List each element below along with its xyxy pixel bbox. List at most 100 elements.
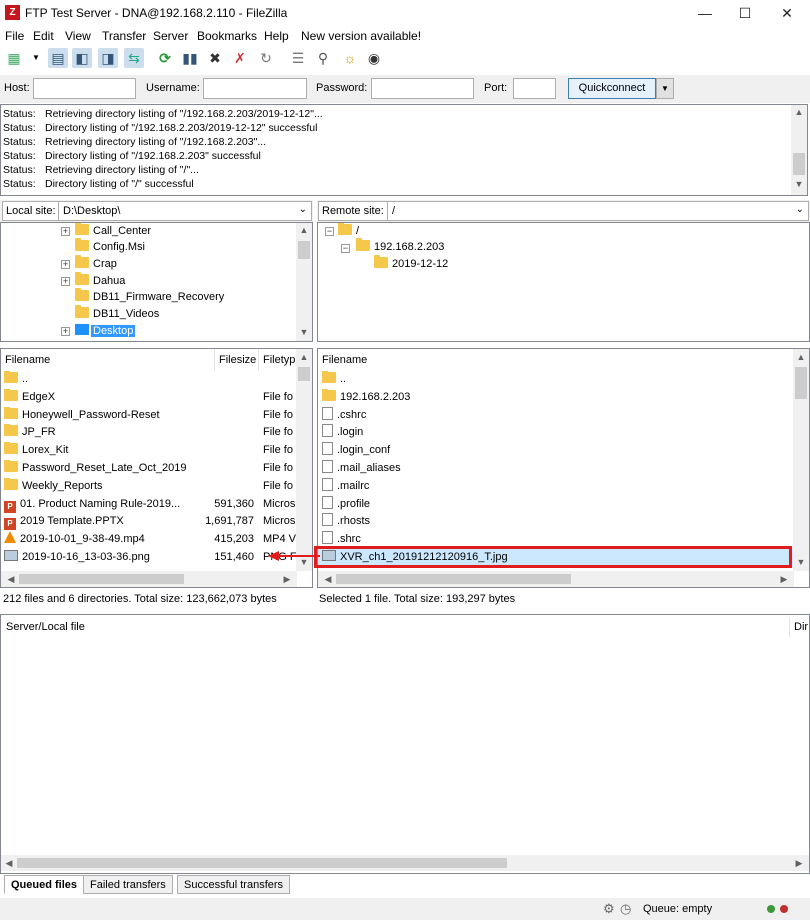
chevron-down-icon[interactable]: ⌄ xyxy=(299,204,307,215)
table-row[interactable]: .login xyxy=(318,424,794,442)
cancel-operation-icon[interactable]: ✖ xyxy=(205,48,225,68)
expand-icon[interactable]: + xyxy=(61,277,70,286)
transfer-queue[interactable]: Server/Local file Dir ◀ ▶ xyxy=(0,614,810,874)
tree-item[interactable]: DB11_Firmware_Recovery xyxy=(75,288,224,305)
local-directory-tree[interactable]: + Call_Center Config.Msi + Crap + Dahua … xyxy=(0,222,313,342)
table-row[interactable]: .profile xyxy=(318,495,794,514)
scroll-down-icon[interactable]: ▼ xyxy=(791,179,807,189)
toggle-transfer-queue-icon[interactable]: ⇆ xyxy=(124,48,144,68)
minimize-button[interactable]: — xyxy=(694,3,716,23)
remote-list-scroll-thumb[interactable] xyxy=(795,367,807,399)
table-row[interactable]: 2019-10-16_13-03-36.png151,460PNG F xyxy=(1,549,297,567)
scroll-down-icon[interactable]: ▼ xyxy=(296,327,312,337)
tree-item[interactable]: Crap xyxy=(75,255,117,272)
tree-item-selected[interactable]: Desktop xyxy=(75,323,136,339)
remote-directory-tree[interactable]: − / − 192.168.2.203 2019-12-12 xyxy=(317,222,810,342)
local-site-path-combo[interactable]: D:\Desktop\ ⌄ xyxy=(58,201,312,221)
local-list-hscrollbar[interactable]: ◀ ▶ xyxy=(1,571,297,587)
tree-item[interactable]: Dahua xyxy=(75,272,125,289)
host-input[interactable] xyxy=(33,78,136,99)
close-button[interactable]: ✕ xyxy=(776,3,798,23)
toggle-remote-tree-icon[interactable]: ◨ xyxy=(98,48,118,68)
collapse-icon[interactable]: − xyxy=(341,244,350,253)
tab-successful-transfers[interactable]: Successful transfers xyxy=(177,875,291,894)
log-scrollbar[interactable]: ▲ ▼ xyxy=(791,105,807,195)
tab-failed-transfers[interactable]: Failed transfers xyxy=(83,875,173,894)
queue-hscrollbar[interactable]: ◀ ▶ xyxy=(1,855,809,871)
port-input[interactable] xyxy=(513,78,556,99)
menu-transfer[interactable]: Transfer xyxy=(102,29,146,43)
menu-bookmarks[interactable]: Bookmarks xyxy=(197,29,257,43)
scroll-down-icon[interactable]: ▼ xyxy=(793,557,809,567)
scroll-right-icon[interactable]: ▶ xyxy=(776,574,792,585)
table-row[interactable]: 2019-10-01_9-38-49.mp4 415,203 MP4 V xyxy=(1,531,297,549)
local-list-hscroll-thumb[interactable] xyxy=(19,574,184,584)
local-tree-scrollbar[interactable]: ▲ ▼ xyxy=(296,223,312,341)
menu-help[interactable]: Help xyxy=(264,29,289,43)
table-row[interactable]: Honeywell_Password-Reset File fo xyxy=(1,406,297,425)
table-row[interactable]: .cshrc xyxy=(318,406,794,425)
table-row[interactable]: .login_conf xyxy=(318,442,794,460)
tree-item[interactable]: DB11_Videos xyxy=(75,305,159,322)
password-input[interactable] xyxy=(371,78,474,99)
expand-icon[interactable]: + xyxy=(61,327,70,336)
table-row[interactable]: Lorex_Kit File fo xyxy=(1,442,297,460)
menu-file[interactable]: File xyxy=(5,29,24,43)
scroll-up-icon[interactable]: ▲ xyxy=(791,107,807,117)
chevron-down-icon[interactable]: ⌄ xyxy=(796,204,804,215)
remote-list-hscrollbar[interactable]: ◀ ▶ xyxy=(318,571,794,587)
scroll-up-icon[interactable]: ▲ xyxy=(296,352,312,362)
table-row[interactable]: .rhosts xyxy=(318,513,794,531)
expand-icon[interactable]: + xyxy=(61,260,70,269)
table-row[interactable]: P 2019 Template.PPTX 1,691,787 Micros xyxy=(1,513,297,531)
remote-list-hscroll-thumb[interactable] xyxy=(336,574,571,584)
table-row[interactable]: Password_Reset_Late_Oct_2019 File fo xyxy=(1,460,297,478)
column-header-filetype[interactable]: Filetyp xyxy=(259,349,297,371)
local-list-vscrollbar[interactable]: ▲ ▼ xyxy=(296,349,312,571)
menu-edit[interactable]: Edit xyxy=(33,29,54,43)
table-row[interactable]: EdgeX File fo xyxy=(1,388,297,407)
table-row[interactable]: Weekly_Reports File fo xyxy=(1,477,297,496)
menu-view[interactable]: View xyxy=(65,29,91,43)
local-tree-scroll-thumb[interactable] xyxy=(298,241,310,259)
process-queue-icon[interactable]: ▮▮ xyxy=(180,48,200,68)
table-row[interactable]: .. xyxy=(1,371,297,389)
refresh-icon[interactable]: ⟳ xyxy=(155,48,175,68)
username-input[interactable] xyxy=(203,78,307,99)
maximize-button[interactable]: ☐ xyxy=(734,3,756,23)
tree-item[interactable]: 2019-12-12 xyxy=(374,255,448,272)
site-manager-dropdown-icon[interactable]: ▼ xyxy=(26,48,46,68)
sync-browsing-icon[interactable]: ☼ xyxy=(340,48,360,68)
table-row[interactable]: .mailrc xyxy=(318,477,794,496)
table-row[interactable]: JP_FR File fo xyxy=(1,424,297,442)
tree-item[interactable]: Config.Msi xyxy=(75,238,145,255)
scroll-up-icon[interactable]: ▲ xyxy=(793,352,809,362)
queue-column-server-local-file[interactable]: Server/Local file xyxy=(6,621,85,633)
table-row[interactable]: .mail_aliases xyxy=(318,460,794,478)
quickconnect-button[interactable]: Quickconnect xyxy=(568,78,656,99)
menu-new-version[interactable]: New version available! xyxy=(301,29,421,43)
tree-item[interactable]: 192.168.2.203 xyxy=(356,238,444,255)
scroll-left-icon[interactable]: ◀ xyxy=(3,574,19,585)
column-header-filename[interactable]: Filename xyxy=(1,349,215,371)
scroll-right-icon[interactable]: ▶ xyxy=(791,858,807,869)
site-manager-icon[interactable]: ▦ xyxy=(4,48,24,68)
scroll-left-icon[interactable]: ◀ xyxy=(1,858,17,869)
tree-item[interactable]: Call_Center xyxy=(75,223,151,239)
toggle-local-tree-icon[interactable]: ◧ xyxy=(72,48,92,68)
column-header-filename[interactable]: Filename xyxy=(318,349,794,371)
menu-server[interactable]: Server xyxy=(153,29,188,43)
scroll-up-icon[interactable]: ▲ xyxy=(296,225,312,235)
queue-column-direction[interactable]: Dir xyxy=(794,621,808,633)
queue-hscroll-thumb[interactable] xyxy=(17,858,507,868)
column-header-filesize[interactable]: Filesize xyxy=(215,349,259,371)
local-list-scroll-thumb[interactable] xyxy=(298,367,310,381)
search-icon[interactable]: ⚲ xyxy=(313,48,333,68)
toggle-message-log-icon[interactable]: ▤ xyxy=(48,48,68,68)
message-log[interactable]: Status: Retrieving directory listing of "… xyxy=(0,104,808,196)
find-files-icon[interactable]: ◉ xyxy=(364,48,384,68)
table-row[interactable]: P 01. Product Naming Rule-2019... 591,360 M… xyxy=(1,496,297,514)
scroll-left-icon[interactable]: ◀ xyxy=(320,574,336,585)
table-row[interactable]: 192.168.2.203 xyxy=(318,388,794,407)
quickconnect-dropdown-icon[interactable]: ▼ xyxy=(656,78,674,99)
